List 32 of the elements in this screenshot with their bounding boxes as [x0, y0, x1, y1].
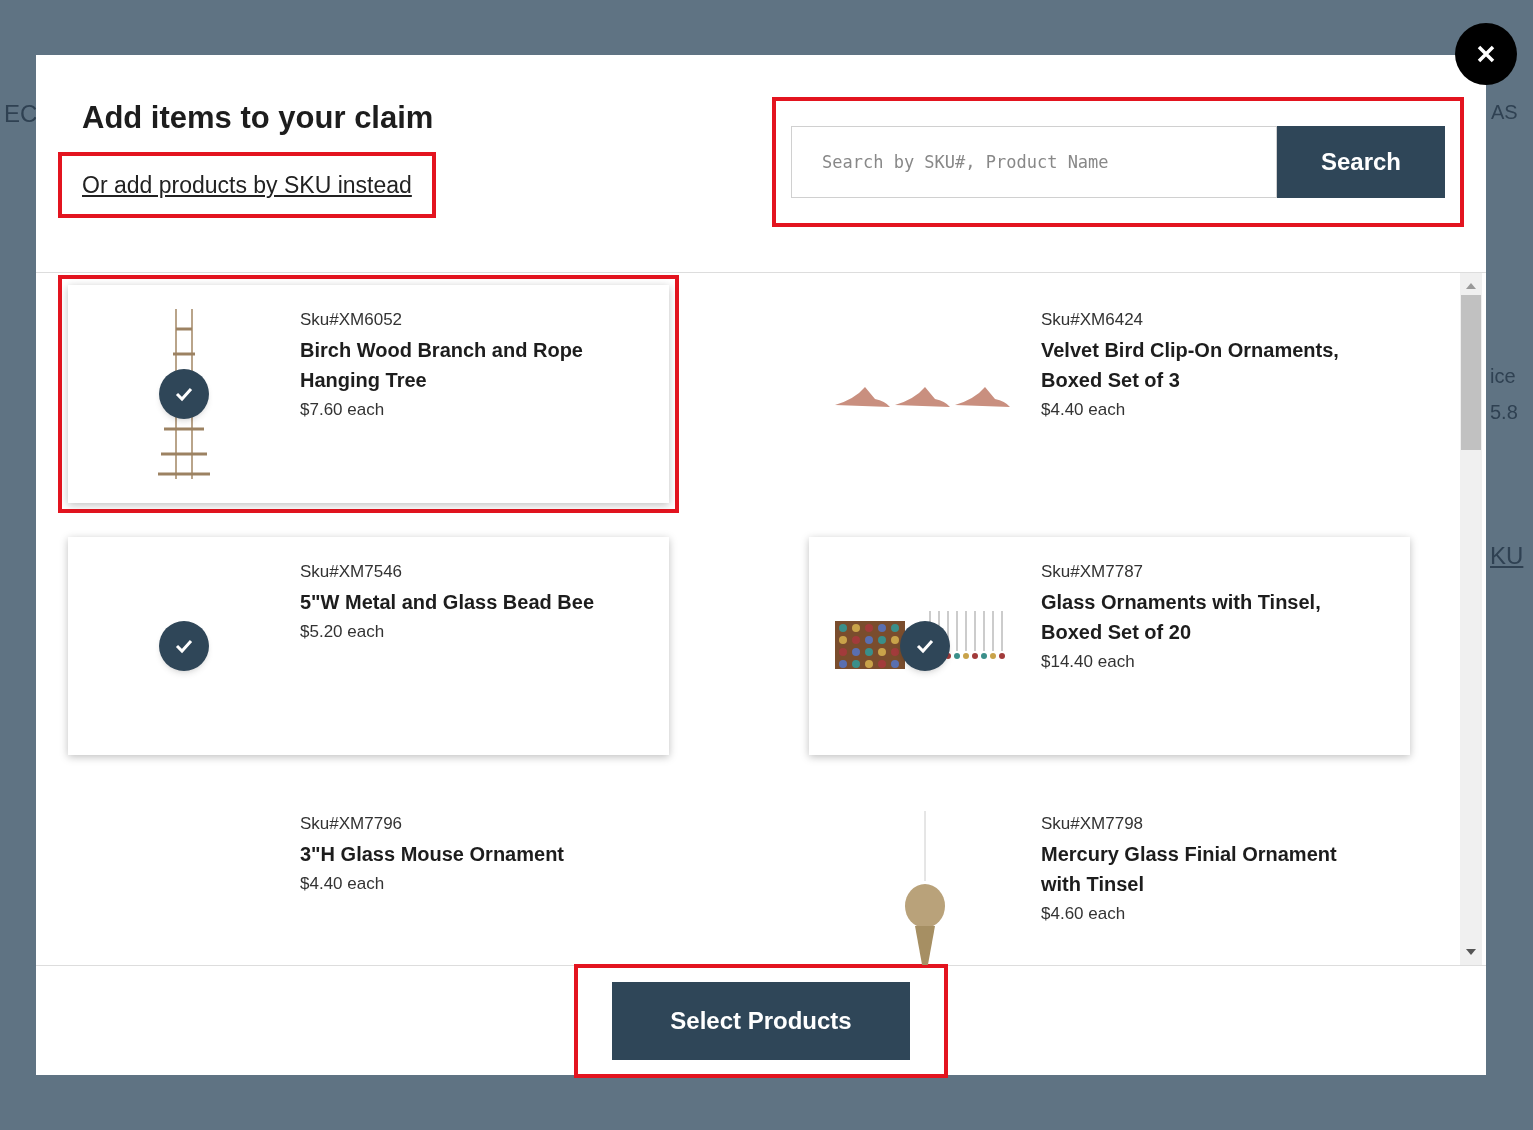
modal-title: Add items to your claim	[82, 99, 435, 137]
close-icon	[1476, 44, 1496, 64]
product-name: Birch Wood Branch and Rope Hanging Tree	[300, 337, 584, 393]
search-button[interactable]: Search	[1277, 126, 1445, 198]
product-price: $7.60 each	[300, 398, 386, 421]
product-price: $14.40 each	[1041, 650, 1136, 673]
product-sku: Sku#XM7796	[300, 813, 404, 835]
product-name: Velvet Bird Clip-On Ornaments, Boxed Set of 3	[1041, 337, 1340, 393]
product-card[interactable]: Sku#XM6052 Birch Wood Branch and Rope Hanging Tree $7.60 each	[68, 285, 669, 503]
add-by-sku-link[interactable]: Or add products by SKU instead	[82, 171, 412, 198]
product-price: $5.20 each	[300, 620, 386, 643]
product-sku: Sku#XM7546	[300, 561, 404, 583]
checkmark-icon	[159, 369, 209, 419]
product-sku: Sku#XM6052	[300, 309, 404, 331]
product-price: $4.60 each	[1041, 902, 1127, 925]
checkmark-icon	[900, 621, 950, 671]
product-name: 3"H Glass Mouse Ornament	[300, 841, 565, 867]
search-field[interactable]: Search by SKU#, Product Name	[791, 126, 1277, 198]
product-sku: Sku#XM6424	[1041, 309, 1145, 331]
product-price: $4.40 each	[1041, 398, 1127, 421]
checkmark-icon	[159, 621, 209, 671]
product-sku: Sku#XM7787	[1041, 561, 1145, 583]
product-name: Mercury Glass Finial Ornament with Tinsel	[1041, 841, 1338, 897]
select-products-button[interactable]: Select Products	[612, 981, 910, 1060]
product-price: $4.40 each	[300, 872, 386, 895]
scroll-down-icon[interactable]	[1466, 949, 1476, 955]
product-sku: Sku#XM7798	[1041, 813, 1145, 835]
scrollbar-thumb[interactable]	[1461, 295, 1481, 450]
product-card[interactable]: Sku#XM7787 Glass Ornaments with Tinsel, Boxed Set of 20 $14.40 each	[809, 537, 1410, 755]
product-name: Glass Ornaments with Tinsel, Boxed Set of 20	[1041, 589, 1322, 645]
product-name: 5"W Metal and Glass Bead Bee	[300, 589, 596, 615]
product-card[interactable]: Sku#XM7546 5"W Metal and Glass Bead Bee $5.20 each	[68, 537, 669, 755]
